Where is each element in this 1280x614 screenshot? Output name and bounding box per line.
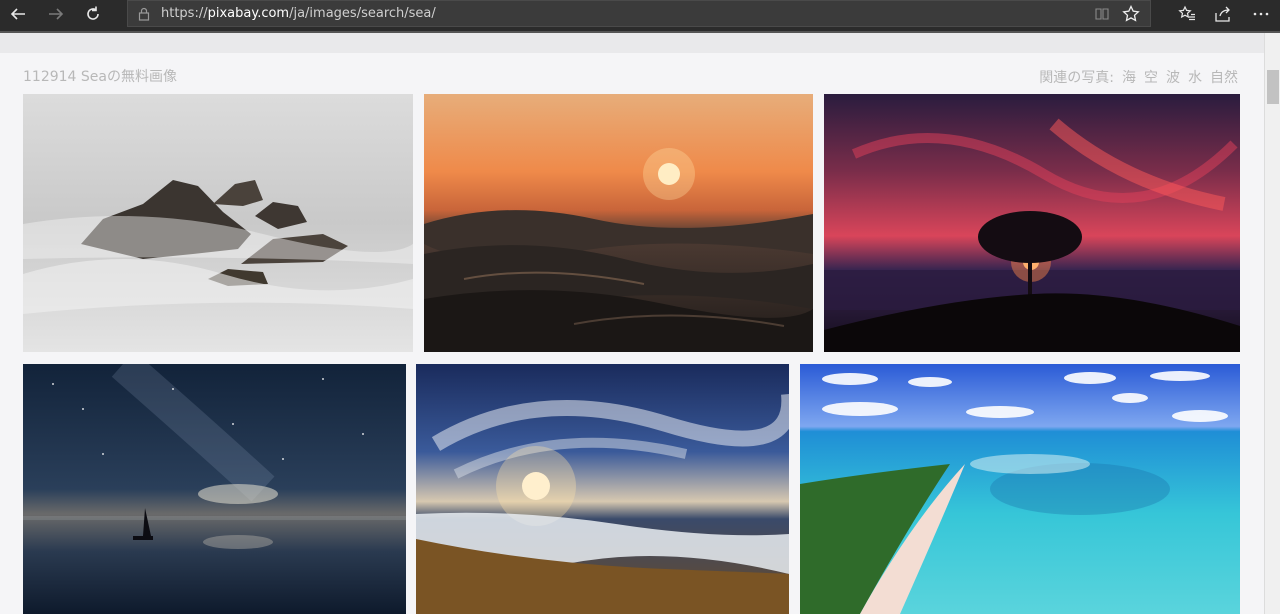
address-bar[interactable]: https://pixabay.com/ja/images/search/sea… [127, 0, 1151, 27]
forward-arrow-icon[interactable] [40, 0, 72, 28]
photo-misty-rocks[interactable] [23, 94, 413, 352]
photo-starry-sailboat[interactable] [23, 364, 406, 614]
back-arrow-icon[interactable] [2, 0, 34, 28]
photo-tropical-lagoon[interactable] [800, 364, 1240, 614]
share-icon[interactable] [1207, 0, 1239, 28]
related-tag-wave[interactable]: 波 [1166, 70, 1180, 86]
favorite-star-icon[interactable] [1122, 5, 1140, 23]
results-title: 112914 Seaの無料画像 [23, 69, 177, 85]
more-icon[interactable] [1245, 0, 1277, 28]
related-tag-sky[interactable]: 空 [1144, 70, 1158, 86]
related-tag-nature[interactable]: 自然 [1210, 70, 1238, 86]
refresh-icon[interactable] [77, 0, 109, 28]
page-content: 112914 Seaの無料画像 関連の写真: 海空波水自然 [0, 33, 1264, 614]
related-tags: 関連の写真: 海空波水自然 [1039, 67, 1238, 87]
lock-icon [138, 7, 150, 21]
photo-tree-sunset[interactable] [824, 94, 1240, 352]
reading-view-icon[interactable] [1094, 6, 1110, 22]
related-label: 関連の写真: [1039, 70, 1114, 86]
url-text[interactable]: https://pixabay.com/ja/images/search/sea… [161, 6, 436, 21]
favorites-list-icon[interactable] [1171, 0, 1203, 28]
photo-sunset-waves[interactable] [424, 94, 813, 352]
vertical-scrollbar[interactable] [1264, 33, 1280, 614]
related-tag-sea[interactable]: 海 [1122, 70, 1136, 86]
header-band [0, 33, 1264, 53]
browser-toolbar: https://pixabay.com/ja/images/search/sea… [0, 0, 1280, 31]
photo-beach-sunrise[interactable] [416, 364, 789, 614]
related-tag-water[interactable]: 水 [1188, 70, 1202, 86]
scrollbar-thumb[interactable] [1267, 70, 1279, 104]
